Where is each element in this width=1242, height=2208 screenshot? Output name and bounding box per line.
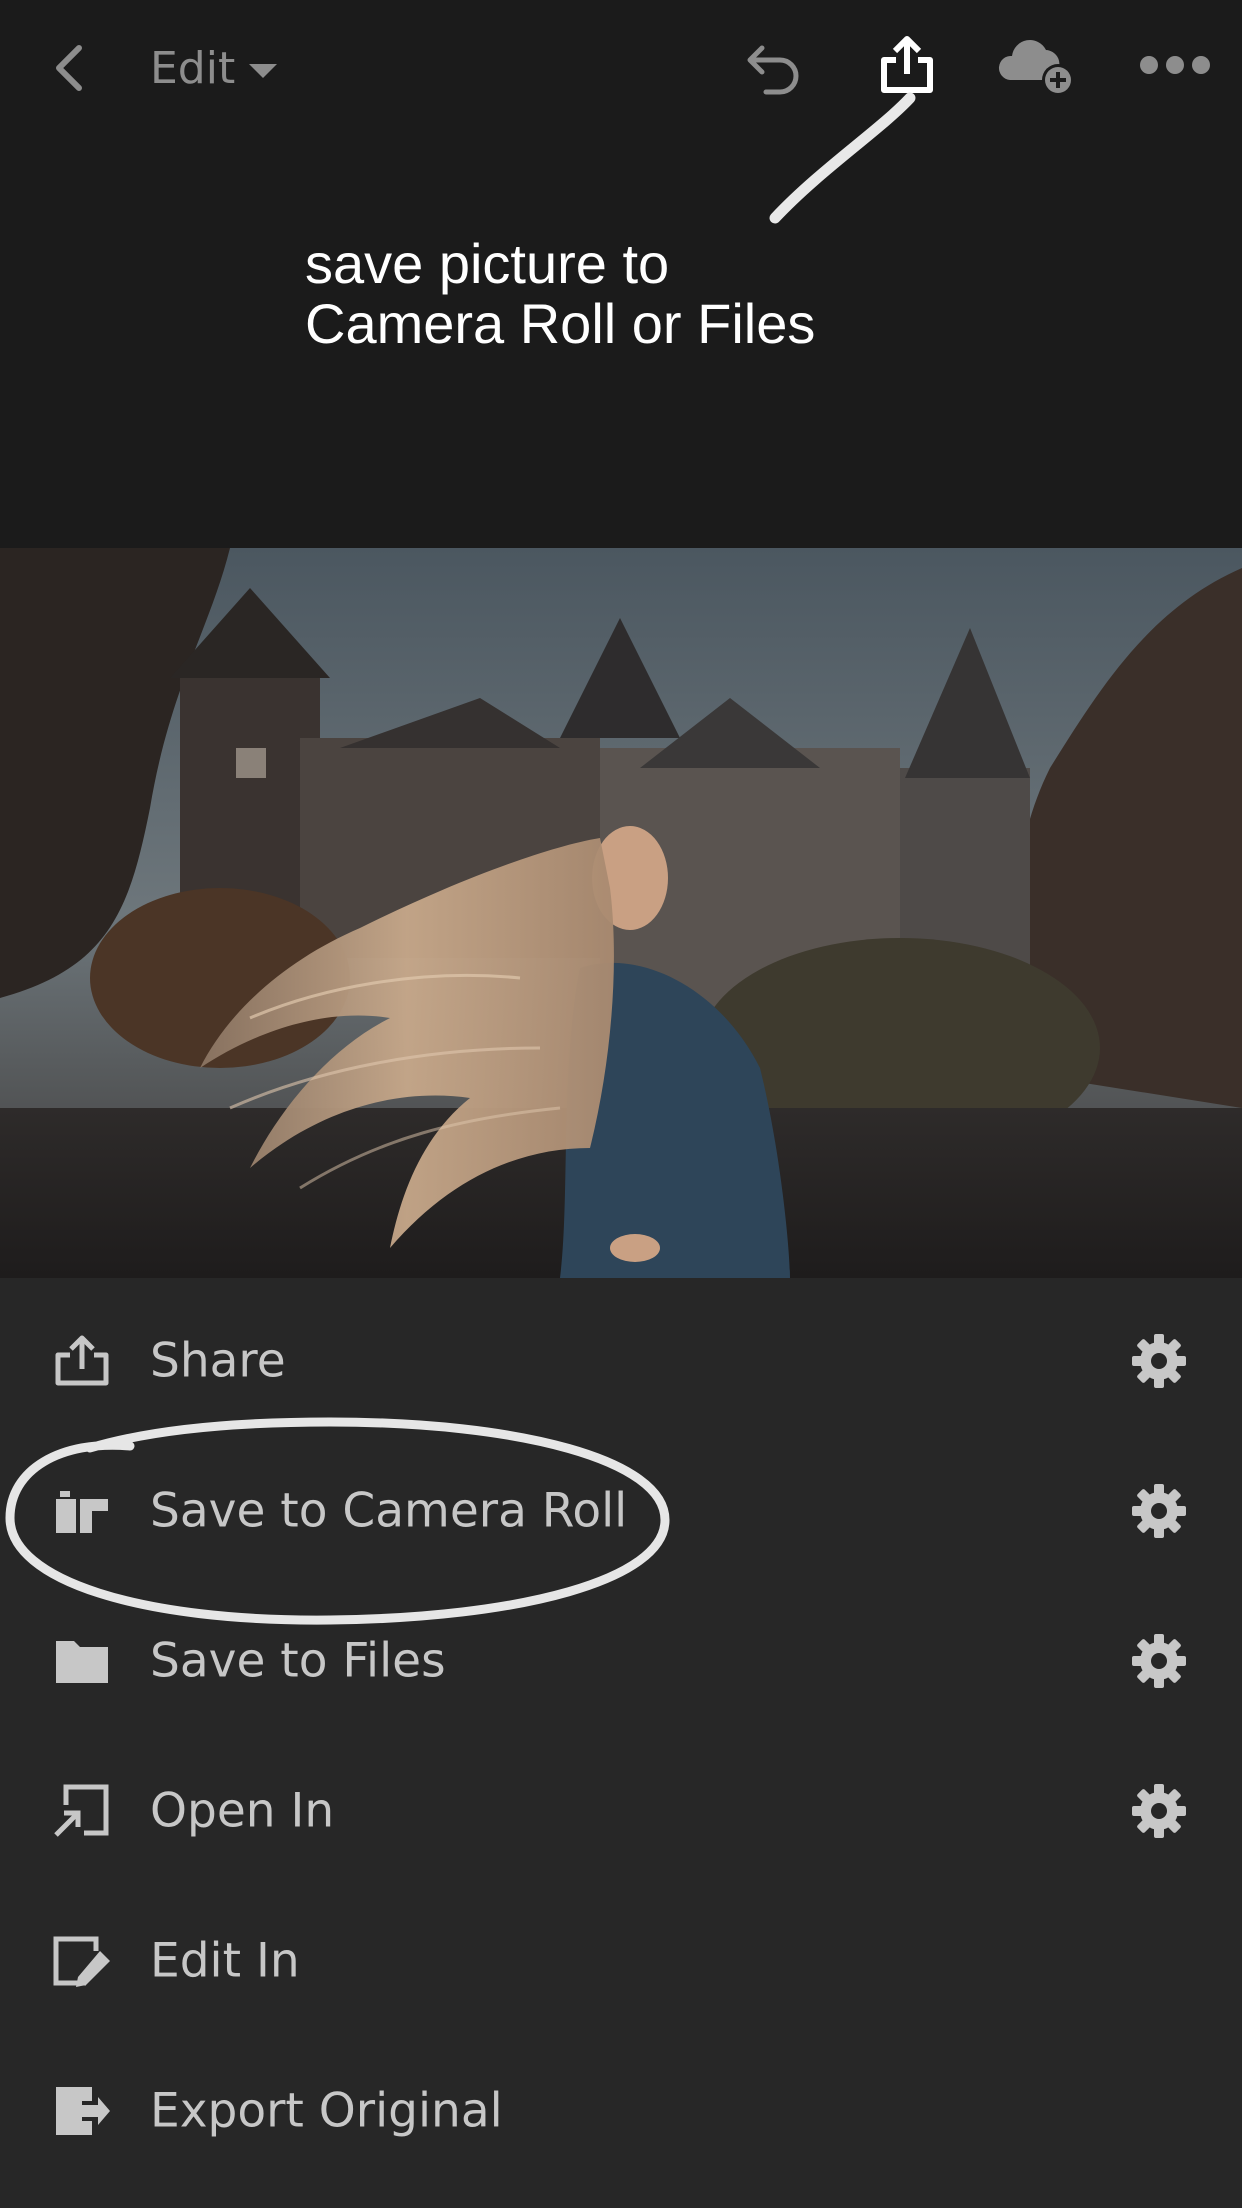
share-icon (55, 1335, 109, 1386)
menu-item-label: Save to Camera Roll (150, 1483, 628, 1539)
menu-item-label: Open In (150, 1783, 335, 1839)
annotation-arrow (769, 92, 916, 224)
chevron-left-icon (56, 45, 82, 91)
menu-item-edit-in[interactable]: Edit In (0, 1886, 1242, 2036)
more-dot (1140, 56, 1158, 74)
top-toolbar: Edit (0, 0, 1242, 140)
more-dot (1166, 56, 1184, 74)
share-button[interactable] (878, 34, 936, 96)
menu-item-save-camera-roll[interactable]: Save to Camera Roll (0, 1436, 1242, 1586)
more-dot (1192, 56, 1210, 74)
camera-roll-icon (56, 1491, 108, 1533)
menu-item-label: Share (150, 1333, 286, 1389)
open-in-icon (54, 1784, 109, 1837)
menu-item-label: Export Original (150, 2083, 503, 2139)
menu-item-open-in[interactable]: Open In (0, 1736, 1242, 1886)
share-icon (881, 36, 933, 93)
menu-item-save-files[interactable]: Save to Files (0, 1586, 1242, 1736)
gear-icon[interactable] (1130, 1482, 1188, 1540)
gear-icon[interactable] (1130, 1332, 1188, 1390)
photo-preview[interactable] (0, 548, 1242, 1278)
edit-mode-dropdown[interactable]: Edit (150, 38, 278, 98)
gear-icon[interactable] (1130, 1782, 1188, 1840)
export-menu: Share Save to Camera Roll Save to Files … (0, 1278, 1242, 2208)
edit-in-icon (53, 1936, 110, 1987)
export-icon (56, 2087, 110, 2135)
cloud-add-icon (998, 40, 1074, 96)
annotation-text: save picture to Camera Roll or Files (305, 232, 816, 355)
menu-item-share[interactable]: Share (0, 1286, 1242, 1436)
caret-down-icon (249, 64, 278, 78)
folder-icon (56, 1641, 108, 1683)
back-button[interactable] (45, 38, 95, 98)
menu-item-export-original[interactable]: Export Original (0, 2036, 1242, 2186)
undo-button[interactable] (738, 38, 804, 98)
menu-item-label: Edit In (150, 1933, 300, 1989)
cloud-add-button[interactable] (996, 36, 1082, 98)
more-options-button[interactable] (1140, 56, 1210, 76)
photo-image (0, 548, 1242, 1278)
edit-mode-label: Edit (150, 42, 236, 94)
undo-icon (747, 45, 799, 95)
menu-item-label: Save to Files (150, 1633, 446, 1689)
gear-icon[interactable] (1130, 1632, 1188, 1690)
